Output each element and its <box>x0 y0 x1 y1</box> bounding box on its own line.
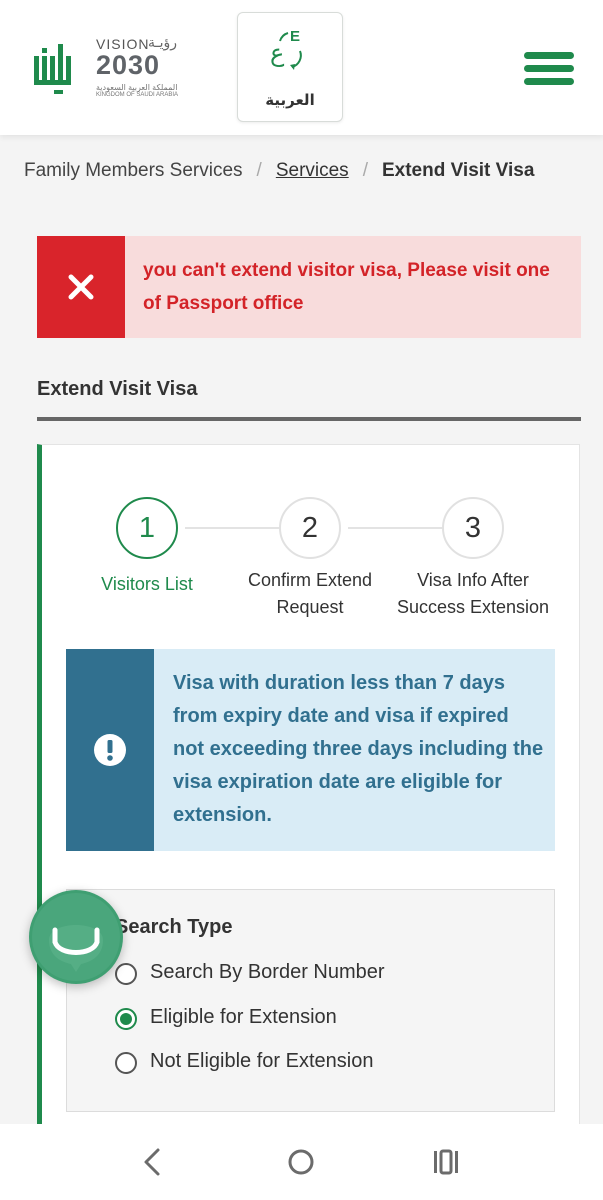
chat-support-icon <box>32 893 120 981</box>
section-title: Extend Visit Visa <box>37 378 198 400</box>
radio-label: Search By Border Number <box>150 961 385 983</box>
system-navigation-bar <box>0 1124 603 1200</box>
info-alert: Visa with duration less than 7 days from… <box>66 649 555 851</box>
home-icon[interactable] <box>281 1142 321 1182</box>
step-3-label: Visa Info After Success Extension <box>388 567 558 621</box>
language-toggle-button[interactable]: E ع العربية <box>237 12 343 122</box>
stepper-connector <box>348 527 450 529</box>
breadcrumb-separator: / <box>256 160 262 181</box>
step-2-label-line1: Confirm Extend <box>247 570 373 590</box>
info-icon-box <box>66 649 154 851</box>
kingdom-english-label: KINGDOM OF SAUDI ARABIA <box>96 92 179 98</box>
app-header: VISION رؤيـة 2030 المملكة العربية السعود… <box>0 0 603 135</box>
error-message: you can't extend visitor visa, Please vi… <box>143 260 550 314</box>
breadcrumb-family-services[interactable]: Family Members Services <box>24 160 243 181</box>
vision-2030-logo: VISION رؤيـة 2030 المملكة العربية السعود… <box>96 34 196 100</box>
language-label: العربية <box>265 92 315 109</box>
hamburger-menu-button[interactable] <box>524 52 574 86</box>
breadcrumb-current: Extend Visit Visa <box>381 160 535 181</box>
step-1-circle: 1 <box>116 497 178 559</box>
stepper-connector <box>185 527 287 529</box>
step-3-label-line2: Success Extension <box>396 597 550 617</box>
chat-support-button[interactable] <box>29 890 123 984</box>
hamburger-icon-bar <box>524 78 574 85</box>
breadcrumb-separator: / <box>362 160 368 181</box>
search-type-panel: Search Type Search By Border Number Elig… <box>66 889 555 1112</box>
close-icon <box>68 274 94 300</box>
absher-logo-icon[interactable] <box>32 38 80 98</box>
hamburger-icon <box>524 52 574 59</box>
breadcrumb: Family Members Services / Services / Extend … <box>24 160 594 182</box>
step-2-label-line2: Request <box>276 597 344 617</box>
svg-text:ع: ع <box>270 39 285 67</box>
error-alert: you can't extend visitor visa, Please vi… <box>37 236 581 338</box>
hamburger-icon-bar <box>524 65 574 72</box>
radio-button-selected[interactable] <box>115 1008 137 1030</box>
svg-text:E: E <box>290 28 300 45</box>
language-switch-icon: E ع <box>270 28 302 70</box>
kingdom-arabic-label: المملكة العربية السعودية <box>96 83 178 92</box>
info-message: Visa with duration less than 7 days from… <box>173 672 544 826</box>
recent-apps-icon[interactable] <box>426 1142 466 1182</box>
search-type-title: Search Type <box>115 916 233 938</box>
step-3-label-line1: Visa Info After <box>417 570 529 590</box>
step-3-circle: 3 <box>442 497 504 559</box>
radio-label: Eligible for Extension <box>150 1006 337 1028</box>
step-2-circle: 2 <box>279 497 341 559</box>
error-icon-box <box>37 236 125 338</box>
radio-label: Not Eligible for Extension <box>150 1050 374 1072</box>
radio-button[interactable] <box>115 1052 137 1074</box>
step-2-label: Confirm Extend Request <box>235 567 385 621</box>
vision-arabic-label: رؤيـة <box>148 34 178 50</box>
back-icon[interactable] <box>132 1142 172 1182</box>
section-divider <box>37 417 581 421</box>
breadcrumb-services-link[interactable]: Services <box>276 160 349 181</box>
vision-year: 2030 <box>96 50 161 80</box>
exclamation-icon <box>94 734 126 766</box>
step-1-label: Visitors List <box>101 574 193 594</box>
